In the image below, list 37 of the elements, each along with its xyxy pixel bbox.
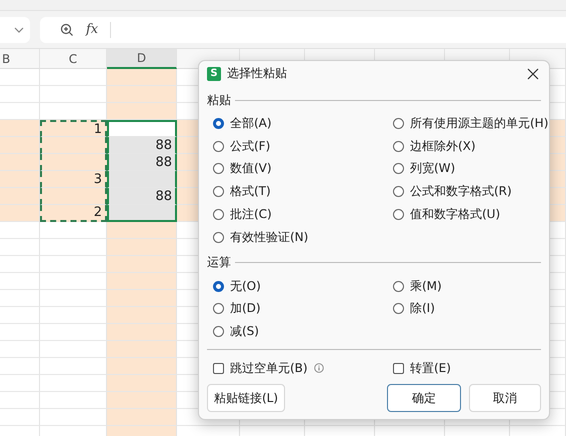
- close-icon[interactable]: [527, 68, 539, 80]
- radio-option[interactable]: 公式和数字格式(R): [393, 180, 548, 204]
- section-label: 运算: [207, 254, 231, 272]
- radio-option[interactable]: 减(S): [213, 320, 393, 344]
- radio-option[interactable]: 格式(T): [213, 180, 393, 204]
- zoom-icon[interactable]: [60, 22, 74, 36]
- cancel-button[interactable]: 取消: [469, 384, 541, 412]
- info-icon[interactable]: [314, 363, 324, 374]
- table-cell[interactable]: [107, 120, 177, 137]
- table-cell[interactable]: 88: [107, 137, 177, 154]
- radio-option[interactable]: 批注(C): [213, 203, 393, 226]
- function-label[interactable]: fx: [86, 22, 98, 37]
- radio-option[interactable]: 除(I): [393, 298, 541, 320]
- checkbox-option[interactable]: 跳过空单元(B): [213, 360, 308, 377]
- app-logo: S: [207, 66, 221, 80]
- radio-option[interactable]: 有效性验证(N): [213, 226, 393, 249]
- table-cell[interactable]: 88: [107, 154, 177, 171]
- radio-option[interactable]: 无(O): [213, 274, 393, 298]
- radio-option[interactable]: 所有使用源主题的单元(H): [393, 112, 548, 135]
- radio-option[interactable]: 乘(M): [393, 274, 541, 298]
- checkbox-option[interactable]: 转置(E): [393, 360, 451, 377]
- table-cell[interactable]: [107, 205, 177, 222]
- radio-option[interactable]: 边框除外(X): [393, 134, 548, 158]
- radio-option[interactable]: 列宽(W): [393, 158, 548, 180]
- column-header[interactable]: D: [107, 49, 177, 69]
- caret-icon: [14, 26, 24, 32]
- paste-link-button[interactable]: 粘贴链接(L): [207, 384, 286, 412]
- radio-option[interactable]: 值和数字格式(U): [393, 203, 548, 226]
- radio-option[interactable]: 加(D): [213, 298, 393, 320]
- radio-option[interactable]: 公式(F): [213, 134, 393, 158]
- column-header[interactable]: B: [0, 49, 40, 69]
- radio-option[interactable]: 数值(V): [213, 158, 393, 180]
- ok-button[interactable]: 确定: [387, 384, 461, 412]
- table-cell[interactable]: 88: [107, 188, 177, 205]
- radio-option[interactable]: 全部(A): [213, 112, 393, 135]
- dialog-title: 选择性粘贴: [227, 65, 288, 82]
- section-label: 粘贴: [207, 92, 231, 108]
